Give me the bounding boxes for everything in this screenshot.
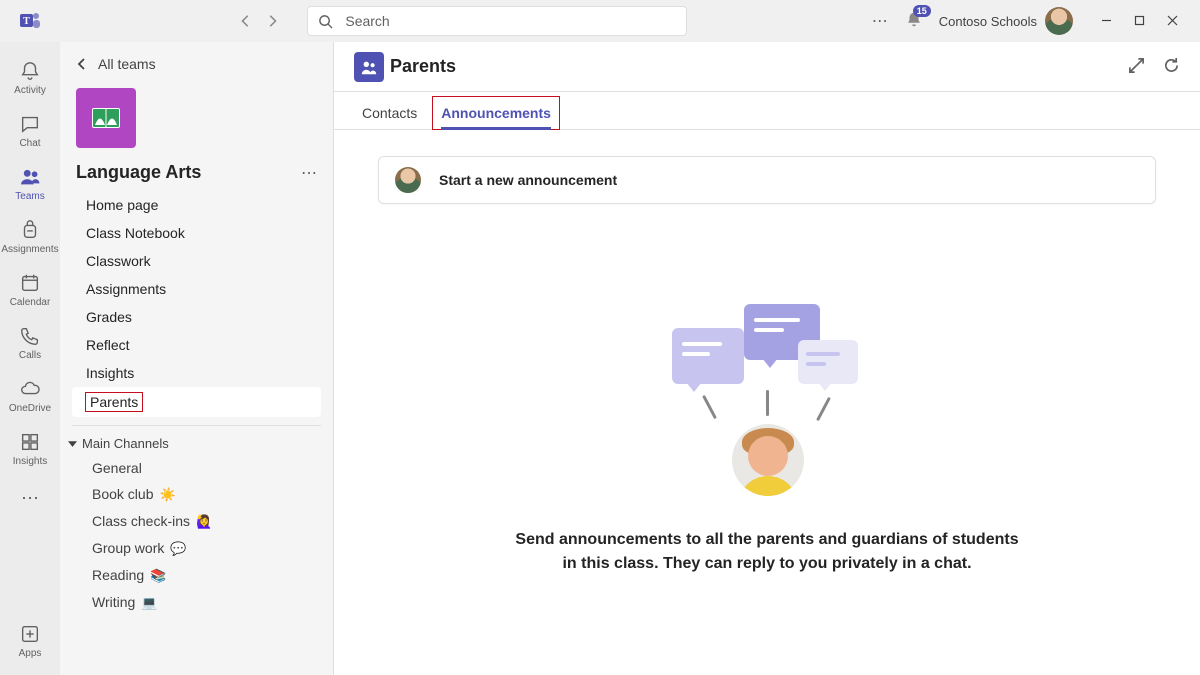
- phone-icon: [19, 325, 41, 347]
- nav-item-reflect[interactable]: Reflect: [72, 331, 321, 359]
- channel-writing[interactable]: Writing💻: [60, 589, 333, 616]
- teams-app-icon: T: [18, 9, 42, 33]
- rail-item-onedrive[interactable]: OneDrive: [0, 370, 60, 422]
- nav-item-home-page[interactable]: Home page: [72, 191, 321, 219]
- content-header: Parents: [334, 42, 1200, 92]
- grid-icon: [19, 431, 41, 453]
- people-icon: [19, 166, 41, 188]
- all-teams-button[interactable]: All teams: [60, 42, 333, 82]
- rail-item-calls[interactable]: Calls: [0, 317, 60, 369]
- tenant-name: Contoso Schools: [939, 14, 1037, 29]
- rail-item-teams[interactable]: Teams: [0, 158, 60, 210]
- channel-general[interactable]: General: [60, 455, 333, 481]
- more-options-button[interactable]: ⋯: [871, 12, 889, 30]
- nav-back-button[interactable]: [237, 12, 255, 30]
- rail-more-button[interactable]: ⋯: [21, 476, 39, 521]
- nav-item-assignments[interactable]: Assignments: [72, 275, 321, 303]
- channel-group-work[interactable]: Group work💬: [60, 535, 333, 562]
- notifications-button[interactable]: 15: [905, 11, 923, 32]
- user-avatar-small: [395, 167, 421, 193]
- notification-count: 15: [913, 5, 931, 17]
- calendar-icon: [19, 272, 41, 294]
- channel-reading[interactable]: Reading📚: [60, 562, 333, 589]
- titlebar: T Search ⋯ 15 Contoso Schools: [0, 0, 1200, 42]
- rail-item-chat[interactable]: Chat: [0, 105, 60, 157]
- search-icon: [318, 14, 333, 29]
- chevron-down-icon: [68, 439, 77, 448]
- channel-list: General Book club☀️ Class check-ins🙋‍♀️ …: [60, 455, 333, 616]
- nav-item-parents[interactable]: Parents: [72, 387, 321, 417]
- empty-illustration: [672, 304, 862, 504]
- empty-state: Send announcements to all the parents an…: [334, 204, 1200, 675]
- new-announcement-composer[interactable]: Start a new announcement: [378, 156, 1156, 204]
- channels-section-toggle[interactable]: Main Channels: [60, 426, 333, 455]
- tab-announcements[interactable]: Announcements: [433, 97, 559, 129]
- team-nav-list: Home page Class Notebook Classwork Assig…: [72, 191, 321, 426]
- team-avatar: [76, 88, 136, 148]
- team-sidebar: All teams Language Arts ⋯ Home page Clas…: [60, 42, 334, 675]
- parents-app-icon: [354, 52, 384, 82]
- cloud-icon: [19, 378, 41, 400]
- channel-book-club[interactable]: Book club☀️: [60, 481, 333, 508]
- account-switcher[interactable]: Contoso Schools: [939, 7, 1073, 35]
- nav-forward-button[interactable]: [263, 12, 281, 30]
- team-more-button[interactable]: ⋯: [301, 163, 317, 183]
- rail-item-assignments[interactable]: Assignments: [0, 211, 60, 263]
- user-avatar: [1045, 7, 1073, 35]
- bell-icon: [19, 60, 41, 82]
- reload-button[interactable]: [1163, 57, 1180, 77]
- rail-item-apps[interactable]: Apps: [0, 615, 60, 667]
- rail-item-activity[interactable]: Activity: [0, 52, 60, 104]
- minimize-button[interactable]: [1101, 13, 1112, 29]
- team-title: Language Arts: [76, 162, 201, 183]
- channel-class-check-ins[interactable]: Class check-ins🙋‍♀️: [60, 508, 333, 535]
- tab-bar: Contacts Announcements: [334, 92, 1200, 130]
- svg-text:T: T: [23, 16, 30, 27]
- rail-item-calendar[interactable]: Calendar: [0, 264, 60, 316]
- close-button[interactable]: [1167, 13, 1178, 29]
- nav-item-classwork[interactable]: Classwork: [72, 247, 321, 275]
- apps-icon: [19, 623, 41, 645]
- nav-item-grades[interactable]: Grades: [72, 303, 321, 331]
- empty-state-message: Send announcements to all the parents an…: [507, 528, 1027, 574]
- nav-item-insights[interactable]: Insights: [72, 359, 321, 387]
- nav-item-class-notebook[interactable]: Class Notebook: [72, 219, 321, 247]
- chevron-left-icon: [76, 58, 88, 70]
- content-title: Parents: [390, 56, 456, 77]
- rail-item-insights[interactable]: Insights: [0, 423, 60, 475]
- pop-out-button[interactable]: [1128, 57, 1145, 77]
- search-placeholder: Search: [345, 13, 389, 29]
- chat-icon: [19, 113, 41, 135]
- backpack-icon: [19, 219, 41, 241]
- maximize-button[interactable]: [1134, 13, 1145, 29]
- search-box[interactable]: Search: [307, 6, 687, 36]
- composer-placeholder: Start a new announcement: [439, 172, 617, 188]
- app-rail: Activity Chat Teams Assignments Calendar…: [0, 42, 60, 675]
- main-content: Parents Contacts Announcements Start a n…: [334, 42, 1200, 675]
- tab-contacts[interactable]: Contacts: [354, 97, 425, 129]
